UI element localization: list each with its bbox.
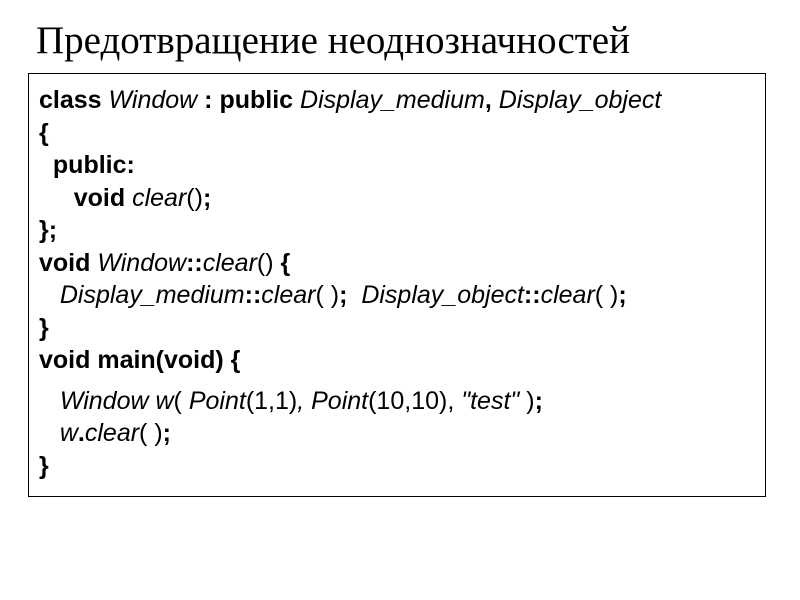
space [274,249,281,277]
code-block: class Window : public Display_medium, Di… [28,73,766,497]
scope: :: [245,281,262,309]
semicolon: ; [163,419,171,447]
indent [39,419,60,447]
comma: , [485,86,492,114]
main-decl: void main(void) { [39,346,240,374]
parens: ( ) [139,419,163,447]
id-window: Window [109,86,198,114]
paren-open: ( [174,387,189,415]
parens: ( ) [595,281,619,309]
id-clear: clear [203,249,257,277]
id-point: Point [311,387,368,415]
semicolon: ; [203,184,211,212]
slide-title: Предотвращение неоднозначностей [0,18,800,63]
code-line: public: [39,149,755,182]
id-display-object: Display_object [499,86,662,114]
space [102,86,109,114]
id-clear: clear [85,419,139,447]
brace-open: { [39,119,49,147]
code-line: void clear(); [39,182,755,215]
kw-void: void [39,249,90,277]
brace-open: { [281,249,291,277]
paren-close: ) [526,387,534,415]
kw-public: public [219,86,293,114]
semicolon: ; [535,387,543,415]
code-line: void Window::clear() { [39,247,755,280]
space [347,281,361,309]
slide: Предотвращение неоднозначностей class Wi… [0,0,800,600]
args: (1,1) [246,387,297,415]
id-point: Point [189,387,246,415]
code-line: Window w( Point(1,1), Point(10,10), "tes… [39,385,755,418]
code-line: w.clear( ); [39,417,755,450]
comma: , [447,387,461,415]
kw-void: void [74,184,125,212]
brace-close: } [39,314,49,342]
id-clear: clear [541,281,595,309]
id-w: w [60,419,78,447]
brace-close: } [39,452,49,480]
kw-public: public: [53,151,135,179]
brace-close-semi: }; [39,216,57,244]
code-line: }; [39,214,755,247]
code-line: void main(void) { [39,344,755,377]
code-line: } [39,450,755,483]
parens: () [186,184,203,212]
indent [39,151,53,179]
space [492,86,499,114]
id-window: Window [97,249,186,277]
code-line: Display_medium::clear( ); Display_object… [39,279,755,312]
semicolon: ; [618,281,626,309]
str-test: "test" [461,387,519,415]
indent [39,184,74,212]
dot: . [78,419,85,447]
kw-class: class [39,86,102,114]
id-window-w: Window w [60,387,174,415]
space [293,86,300,114]
args: (10,10) [368,387,447,415]
id-display-object: Display_object [361,281,524,309]
id-display-medium: Display_medium [60,281,245,309]
code-line: } [39,312,755,345]
parens: ( ) [315,281,339,309]
parens: () [257,249,274,277]
id-clear: clear [132,184,186,212]
scope: :: [186,249,203,277]
id-display-medium: Display_medium [300,86,485,114]
indent [39,387,60,415]
indent [39,281,60,309]
colon: : [204,86,212,114]
code-line: class Window : public Display_medium, Di… [39,84,755,117]
spacer [39,377,755,385]
code-line: { [39,117,755,150]
id-clear: clear [261,281,315,309]
scope: :: [524,281,541,309]
